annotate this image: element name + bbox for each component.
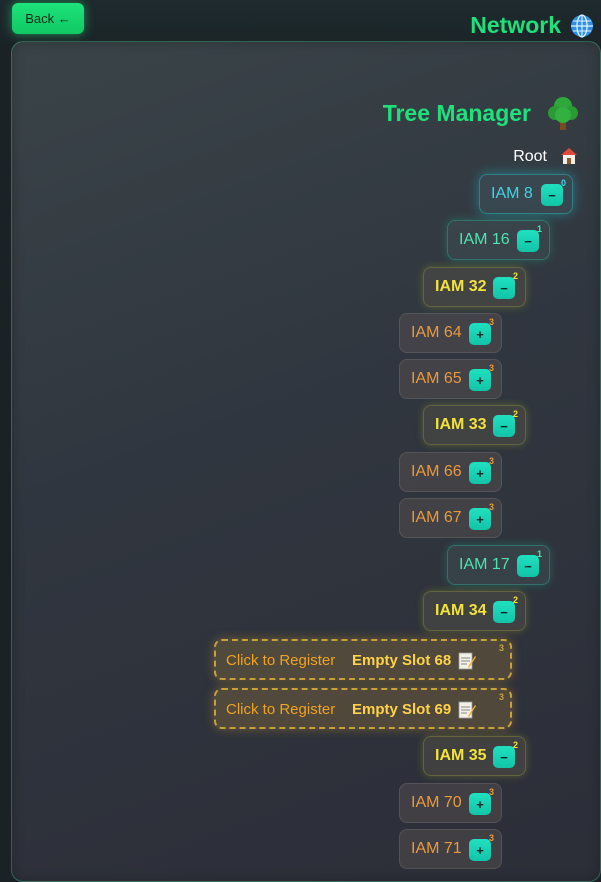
node-label: IAM 70 (411, 794, 462, 811)
expand-button[interactable]: + (469, 323, 491, 345)
expand-button[interactable]: + (469, 462, 491, 484)
tree-node-iam-33[interactable]: IAM 33−2 (423, 405, 526, 445)
node-label: IAM 64 (411, 324, 462, 341)
tree-node-iam-16[interactable]: IAM 16−1 (447, 220, 550, 260)
collapse-button[interactable]: − (517, 555, 539, 577)
tree-node-iam-34[interactable]: IAM 34−2 (423, 591, 526, 631)
page-title: Network (470, 12, 561, 38)
collapse-button[interactable]: − (493, 415, 515, 437)
level-badge: 1 (537, 549, 543, 559)
level-badge: 3 (489, 317, 495, 327)
node-label: IAM 32 (435, 278, 487, 295)
level-badge: 3 (489, 363, 495, 373)
tree-panel: Tree Manager Root IAM 8−0 IAM 16−1 IAM 32−… (11, 41, 601, 882)
tree-node-iam-71[interactable]: IAM 71 +3 (399, 829, 502, 869)
register-cta: Click to Register (226, 701, 336, 718)
tree-node-iam-64[interactable]: IAM 64 +3 (399, 313, 502, 353)
node-label: IAM 33 (435, 416, 487, 433)
node-label: IAM 65 (411, 370, 462, 387)
node-label: IAM 71 (411, 840, 462, 857)
tree-icon (548, 97, 578, 130)
expand-button[interactable]: + (469, 839, 491, 861)
node-label: IAM 35 (435, 747, 487, 764)
globe-icon (571, 14, 593, 38)
level-badge: 3 (489, 833, 495, 843)
level-badge: 3 (489, 456, 495, 466)
node-label: IAM 16 (459, 231, 510, 248)
collapse-button[interactable]: − (493, 601, 515, 623)
node-label: IAM 8 (491, 185, 533, 202)
level-badge: 3 (498, 692, 504, 702)
collapse-button[interactable]: − (493, 277, 515, 299)
collapse-button[interactable]: − (517, 230, 539, 252)
empty-slot-69[interactable]: Click to Register Empty Slot 69 3 (214, 688, 512, 729)
tree-node-iam-66[interactable]: IAM 66 +3 (399, 452, 502, 492)
level-badge: 3 (498, 643, 504, 653)
level-badge: 2 (513, 409, 519, 419)
level-badge: 0 (561, 178, 567, 188)
expand-button[interactable]: + (469, 508, 491, 530)
node-label: IAM 66 (411, 463, 462, 480)
node-label: IAM 34 (435, 602, 487, 619)
expand-button[interactable]: + (469, 369, 491, 391)
tree-node-iam-32[interactable]: IAM 32−2 (423, 267, 526, 307)
empty-slot-68[interactable]: Click to Register Empty Slot 68 3 (214, 639, 512, 680)
tree-node-iam-8[interactable]: IAM 8−0 (479, 174, 573, 214)
slot-name: Empty Slot 68 (352, 652, 452, 669)
tree-node-iam-35[interactable]: IAM 35−2 (423, 736, 526, 776)
expand-button[interactable]: + (469, 793, 491, 815)
tree-node-iam-65[interactable]: IAM 65 +3 (399, 359, 502, 399)
back-button[interactable]: Back ← (12, 3, 84, 34)
level-badge: 3 (489, 787, 495, 797)
node-label: IAM 17 (459, 556, 510, 573)
level-badge: 2 (513, 740, 519, 750)
node-label: IAM 67 (411, 509, 462, 526)
collapse-button[interactable]: − (493, 746, 515, 768)
top-bar: Back ← Network (0, 0, 601, 44)
level-badge: 2 (513, 595, 519, 605)
tree-node-iam-67[interactable]: IAM 67 +3 (399, 498, 502, 538)
root-label: Root (513, 148, 547, 165)
register-cta: Click to Register (226, 652, 336, 669)
slot-name: Empty Slot 69 (352, 701, 452, 718)
tree-manager-title: Tree Manager (382, 100, 531, 126)
memo-icon (458, 652, 476, 670)
memo-icon (458, 701, 476, 719)
tree-node-iam-70[interactable]: IAM 70 +3 (399, 783, 502, 823)
level-badge: 1 (537, 224, 543, 234)
collapse-button[interactable]: − (541, 184, 563, 206)
level-badge: 3 (489, 502, 495, 512)
level-badge: 2 (513, 271, 519, 281)
house-icon (561, 148, 577, 164)
tree-node-iam-17[interactable]: IAM 17−1 (447, 545, 550, 585)
